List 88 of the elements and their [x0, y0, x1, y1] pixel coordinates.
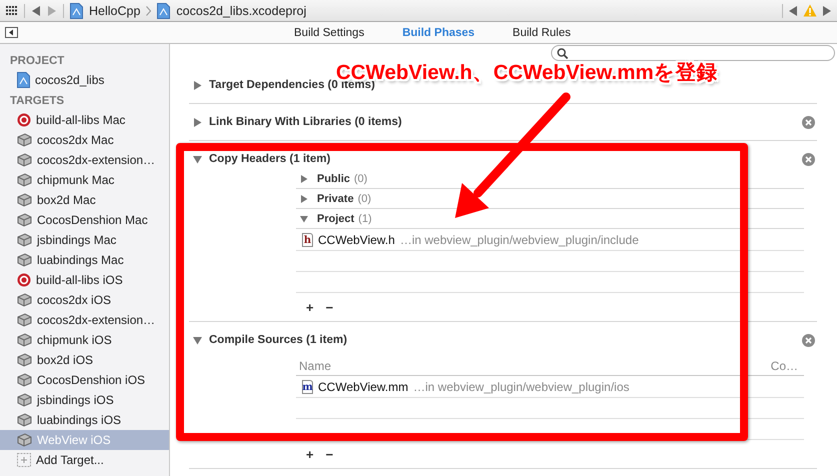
- previous-issue-icon[interactable]: [789, 6, 797, 16]
- sidebar-item[interactable]: build-all-libs iOS: [0, 270, 169, 290]
- sidebar-item[interactable]: box2d Mac: [0, 190, 169, 210]
- library-icon: [17, 173, 32, 187]
- tab[interactable]: Build Rules: [512, 26, 571, 38]
- group-label[interactable]: Private: [317, 192, 354, 204]
- expand-triangle-icon[interactable]: [193, 118, 202, 126]
- group-count: (0): [358, 192, 372, 204]
- add-icon: [17, 453, 31, 467]
- add-button[interactable]: +: [306, 300, 314, 314]
- sidebar-toggle-icon[interactable]: [5, 27, 18, 38]
- library-icon: [17, 233, 32, 247]
- tab[interactable]: Build Phases: [402, 26, 475, 38]
- sidebar-item[interactable]: cocos2dx iOS: [0, 290, 169, 310]
- back-icon[interactable]: [31, 6, 41, 16]
- library-icon: [17, 253, 32, 267]
- target-icon: [17, 273, 31, 287]
- file-name: CCWebView.mm: [318, 380, 408, 394]
- expand-triangle-icon[interactable]: [193, 80, 202, 90]
- sidebar-item[interactable]: build-all-libs Mac: [0, 110, 169, 130]
- sidebar-item[interactable]: luabindings Mac: [0, 250, 169, 270]
- sidebar-item[interactable]: CocosDenshion Mac: [0, 210, 169, 230]
- file-path: …in webview_plugin/webview_plugin/include: [400, 232, 639, 246]
- sidebar-item[interactable]: box2d iOS: [0, 350, 169, 370]
- breadcrumb[interactable]: cocos2d_libs.xcodeproj: [176, 4, 306, 18]
- library-icon: [17, 373, 32, 387]
- library-icon: [17, 193, 32, 207]
- library-icon: [17, 333, 32, 347]
- collapse-triangle-icon[interactable]: [300, 214, 308, 222]
- library-icon: [17, 293, 32, 307]
- sidebar-item[interactable]: cocos2dx-extension…: [0, 310, 169, 330]
- group-count: (0): [354, 172, 368, 184]
- sidebar-item[interactable]: luabindings iOS: [0, 410, 169, 430]
- sidebar-item[interactable]: chipmunk iOS: [0, 330, 169, 350]
- remove-button[interactable]: −: [326, 300, 334, 314]
- remove-button[interactable]: −: [326, 446, 334, 462]
- remove-icon[interactable]: [802, 152, 815, 166]
- next-issue-icon[interactable]: [823, 6, 831, 16]
- project-file-icon: [70, 2, 83, 18]
- sidebar-item[interactable]: CocosDenshion iOS: [0, 370, 169, 390]
- phase-title: Target Dependencies (0 items): [209, 79, 375, 91]
- collapse-triangle-icon[interactable]: [193, 336, 202, 344]
- sidebar-item[interactable]: jsbindings Mac: [0, 230, 169, 250]
- column-header[interactable]: Name: [299, 358, 332, 372]
- column-header[interactable]: Co…: [770, 358, 798, 372]
- sidebar-item[interactable]: jsbindings iOS: [0, 390, 169, 410]
- group-count: (1): [358, 212, 372, 224]
- library-icon: [17, 413, 32, 427]
- sidebar-item[interactable]: cocos2d_libs: [35, 73, 104, 87]
- section-heading: TARGETS: [9, 94, 66, 109]
- library-icon: [17, 213, 32, 227]
- sidebar-item[interactable]: cocos2dx Mac: [0, 130, 169, 150]
- collapse-triangle-icon[interactable]: [193, 154, 202, 164]
- grid-icon[interactable]: [6, 6, 18, 16]
- project-file-icon: [157, 2, 170, 18]
- group-label[interactable]: Public: [317, 172, 350, 184]
- library-icon: [17, 393, 32, 407]
- expand-triangle-icon[interactable]: [300, 194, 308, 202]
- section-heading: PROJECT: [9, 54, 66, 69]
- remove-icon[interactable]: [802, 116, 815, 128]
- library-icon: [17, 153, 32, 167]
- phase-title: Copy Headers (1 item): [209, 153, 330, 165]
- add-button[interactable]: +: [306, 446, 314, 462]
- group-label[interactable]: Project: [317, 212, 354, 224]
- file-row[interactable]: m CCWebView.mm …in webview_plugin/webview_plugin/ios: [296, 376, 804, 398]
- library-icon: [17, 353, 32, 367]
- search-field[interactable]: [551, 45, 835, 61]
- expand-triangle-icon[interactable]: [300, 174, 308, 182]
- add-target-button[interactable]: Add Target...: [36, 453, 104, 467]
- library-icon: [17, 133, 32, 147]
- tab[interactable]: Build Settings: [294, 26, 364, 38]
- target-icon: [17, 113, 31, 127]
- breadcrumb[interactable]: HelloCpp: [89, 4, 140, 18]
- phase-title: Compile Sources (1 item): [209, 334, 348, 346]
- chevron-icon: [146, 6, 152, 16]
- phase-title: Link Binary With Libraries (0 items): [209, 116, 402, 128]
- library-icon: [17, 313, 32, 327]
- file-type-letter: h: [302, 232, 313, 246]
- file-type-letter: m: [302, 380, 313, 394]
- remove-icon[interactable]: [802, 334, 815, 346]
- sidebar-item[interactable]: cocos2dx-extension…: [0, 150, 169, 170]
- file-path: …in webview_plugin/webview_plugin/ios: [413, 380, 630, 394]
- project-file-icon: [17, 72, 30, 88]
- file-name: CCWebView.h: [318, 232, 395, 246]
- sidebar-item[interactable]: chipmunk Mac: [0, 170, 169, 190]
- file-row[interactable]: h CCWebView.h …in webview_plugin/webview_plugin/include: [296, 229, 804, 251]
- search-icon: [557, 48, 568, 58]
- library-icon: [17, 433, 32, 447]
